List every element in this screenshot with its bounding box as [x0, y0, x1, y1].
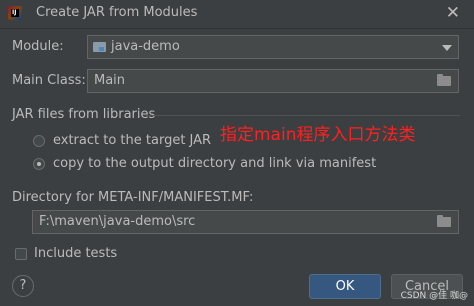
folder-icon — [437, 215, 451, 227]
module-folder-icon — [93, 42, 106, 52]
include-tests-checkbox[interactable] — [15, 248, 27, 260]
copy-radio[interactable] — [33, 158, 45, 170]
main-class-label: Main Class: — [12, 73, 86, 88]
include-tests-label[interactable]: Include tests — [34, 246, 117, 261]
extract-radio-label[interactable]: extract to the target JAR — [53, 133, 211, 148]
annotation-text: 指定main程序入口方法类 — [220, 125, 416, 145]
module-label: Module: — [12, 39, 64, 54]
manifest-browse-button[interactable] — [430, 211, 458, 233]
copy-radio-label[interactable]: copy to the output directory and link vi… — [53, 156, 376, 171]
folder-icon — [437, 74, 451, 86]
intellij-logo-icon: IJ — [8, 6, 22, 20]
main-class-value: Main — [94, 73, 126, 88]
libraries-section-title: JAR files from libraries — [12, 107, 156, 122]
manifest-label: Directory for META-INF/MANIFEST.MF: — [12, 190, 254, 205]
window-title: Create JAR from Modules — [36, 5, 198, 20]
watermark: CSDN @佳 咖@ — [400, 291, 468, 301]
manifest-directory-field[interactable]: F:\maven\java-demo\src — [32, 210, 459, 234]
chevron-down-icon[interactable] — [442, 45, 452, 51]
main-class-field[interactable]: Main — [87, 69, 459, 93]
close-icon[interactable]: ✕ — [446, 3, 460, 23]
title-bar: IJ Create JAR from Modules ✕ — [0, 0, 474, 29]
ok-button[interactable]: OK — [309, 274, 381, 299]
manifest-directory-value: F:\maven\java-demo\src — [39, 214, 196, 229]
extract-radio[interactable] — [33, 135, 45, 147]
module-dropdown[interactable]: java-demo — [87, 35, 459, 59]
module-value: java-demo — [111, 39, 180, 54]
main-class-browse-button[interactable] — [430, 70, 458, 92]
help-button[interactable]: ? — [12, 275, 34, 297]
section-divider — [145, 115, 460, 116]
